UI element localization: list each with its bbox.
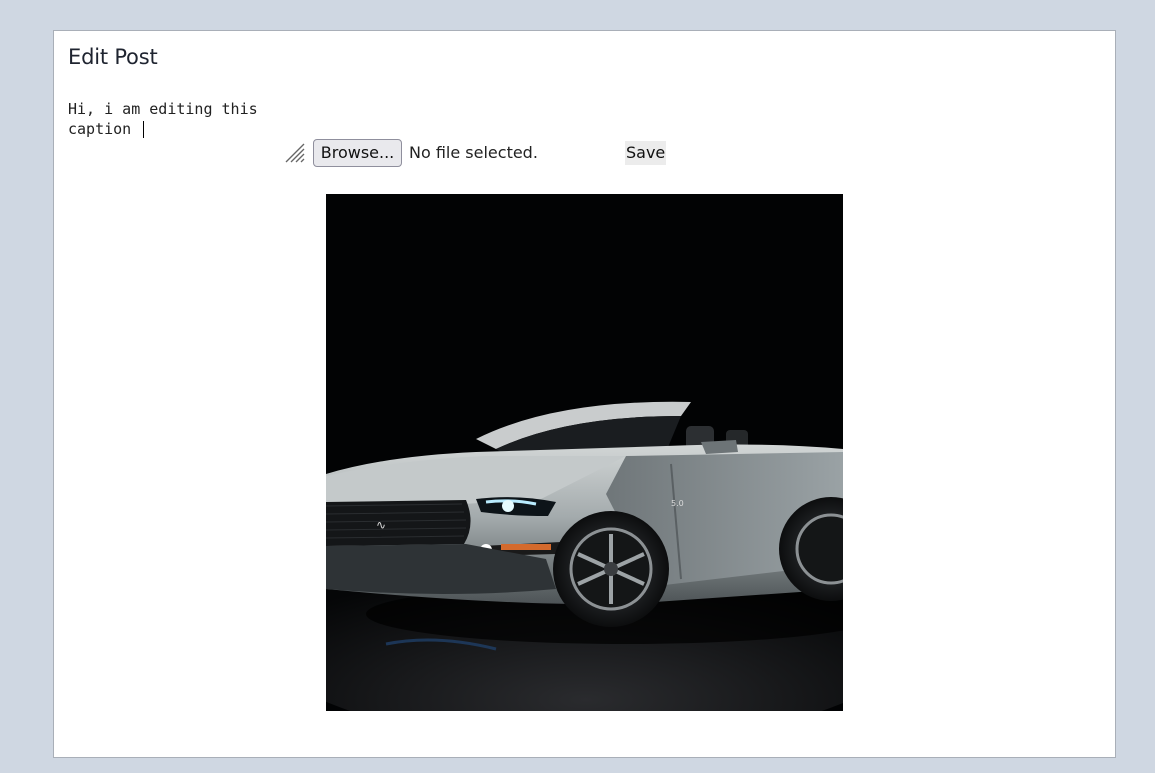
caption-textarea[interactable] <box>68 99 304 141</box>
post-image: ∿ 5.0 <box>326 194 843 711</box>
resize-handle-icon[interactable] <box>284 142 306 164</box>
text-cursor <box>143 121 144 138</box>
edit-post-card: Edit Post Browse... No file selected. Sa… <box>53 30 1116 758</box>
browse-file-button[interactable]: Browse... <box>313 139 402 167</box>
file-selection-status: No file selected. <box>409 143 538 162</box>
svg-text:5.0: 5.0 <box>671 499 684 508</box>
car-illustration: ∿ 5.0 <box>326 194 843 711</box>
save-button[interactable]: Save <box>625 141 667 165</box>
svg-text:∿: ∿ <box>376 518 386 532</box>
page-title: Edit Post <box>68 45 158 69</box>
